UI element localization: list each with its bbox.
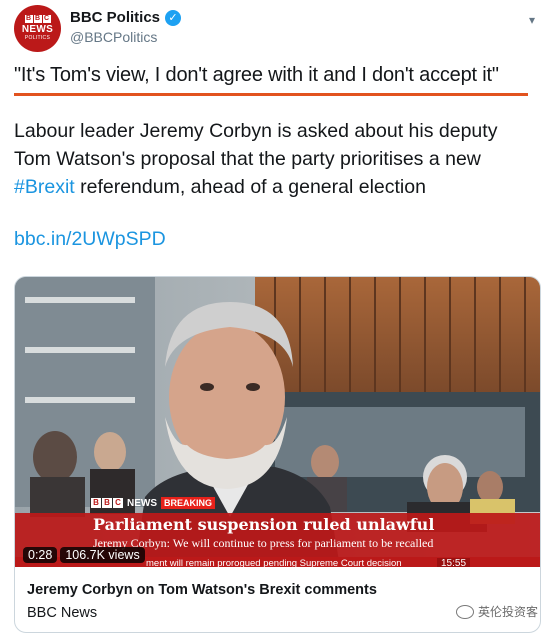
- chevron-down-icon[interactable]: ▾: [529, 13, 535, 27]
- display-name[interactable]: BBC Politics: [70, 9, 160, 26]
- ticker-text: ment will remain prorogued pending Supre…: [146, 558, 402, 567]
- tweet-link[interactable]: bbc.in/2UWpSPD: [14, 228, 166, 251]
- avatar-news-label: NEWS: [21, 24, 54, 35]
- card-title[interactable]: Jeremy Corbyn on Tom Watson's Brexit com…: [27, 582, 377, 598]
- quote-underline: [14, 93, 528, 96]
- tweet-quote: "It's Tom's view, I don't agree with it …: [14, 64, 499, 86]
- tweet-body: Labour leader Jeremy Corbyn is asked abo…: [14, 117, 539, 201]
- watermark: 英伦投资客: [455, 603, 538, 620]
- tweet-header: BBC NEWS POLITICS BBC Politics ✓ @BBCPol…: [14, 5, 539, 55]
- video-card[interactable]: BBC NEWS BREAKING Parliament suspension …: [14, 276, 541, 633]
- avatar-politics-label: POLITICS: [24, 35, 51, 41]
- tweet-body-text-1: Labour leader Jeremy Corbyn is asked abo…: [14, 120, 498, 170]
- view-count: 106.7K views: [60, 547, 145, 563]
- hashtag-link[interactable]: #Brexit: [14, 176, 75, 198]
- tweet-body-text-2: referendum, ahead of a general election: [74, 176, 426, 198]
- video-duration: 0:28: [23, 547, 58, 563]
- handle[interactable]: @BBCPolitics: [70, 29, 157, 45]
- verified-badge-icon: ✓: [165, 9, 182, 26]
- video-headline: Parliament suspension ruled unlawful: [93, 515, 435, 534]
- breaking-badge: BREAKING: [161, 497, 216, 509]
- news-label: NEWS: [127, 497, 157, 509]
- bbc-logo: BBC: [24, 15, 51, 23]
- bbc-logo: BBC: [91, 498, 123, 508]
- watermark-text: 英伦投资客: [477, 605, 538, 619]
- video-player[interactable]: BBC NEWS BREAKING Parliament suspension …: [15, 277, 540, 567]
- video-stats: 0:28 106.7K views: [23, 547, 145, 563]
- card-source: BBC News: [27, 605, 98, 621]
- wechat-icon: [455, 604, 474, 619]
- channel-branding: BBC NEWS BREAKING: [91, 497, 216, 509]
- avatar[interactable]: BBC NEWS POLITICS: [14, 5, 61, 52]
- broadcast-clock: 15:55: [437, 558, 471, 567]
